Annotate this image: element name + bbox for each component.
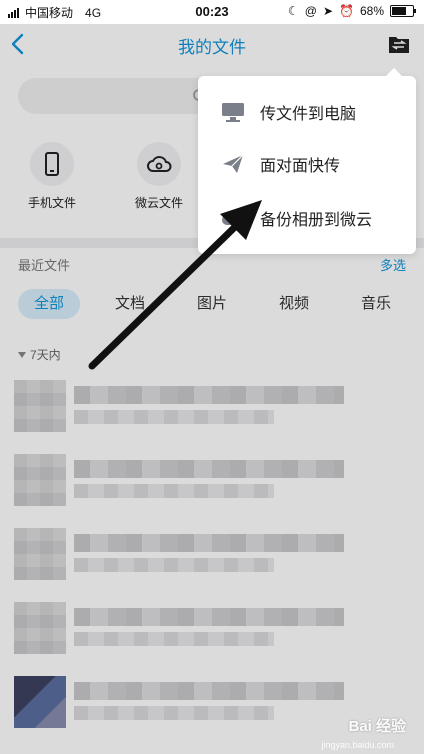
moon-icon: ☾ — [288, 4, 299, 18]
monitor-icon — [220, 99, 246, 125]
popup-menu: 传文件到电脑 面对面快传 备份相册到微云 — [198, 68, 416, 254]
lock-rotation-icon: @ — [304, 4, 317, 18]
battery-icon — [390, 5, 416, 17]
status-bar: 中国移动 4G 00:23 ☾ @ ➤ ⏰ 68% — [0, 0, 424, 24]
cloud-upload-icon — [220, 205, 246, 231]
alarm-icon: ⏰ — [339, 4, 354, 18]
menu-item-label: 备份相册到微云 — [260, 212, 373, 229]
paper-plane-icon — [220, 151, 246, 177]
watermark-logo: Bai 经验 — [348, 718, 406, 735]
menu-item-backup-album[interactable]: 备份相册到微云 — [198, 192, 416, 244]
menu-item-label: 传文件到电脑 — [260, 106, 357, 123]
location-icon: ➤ — [322, 4, 334, 18]
battery-fill — [392, 7, 406, 15]
menu-item-label: 面对面快传 — [260, 158, 341, 175]
dim-overlay-nav[interactable] — [0, 24, 424, 64]
status-right: ☾ @ ➤ ⏰ 68% — [288, 4, 416, 18]
battery-percent: 68% — [359, 4, 384, 18]
app-screen: 中国移动 4G 00:23 ☾ @ ➤ ⏰ 68% 我的文件 手机文件 微云文件… — [0, 0, 424, 754]
watermark-url: jingyan.baidu.com — [321, 740, 394, 750]
menu-item-send-to-computer[interactable]: 传文件到电脑 — [198, 86, 416, 138]
menu-item-face-to-face[interactable]: 面对面快传 — [198, 138, 416, 190]
